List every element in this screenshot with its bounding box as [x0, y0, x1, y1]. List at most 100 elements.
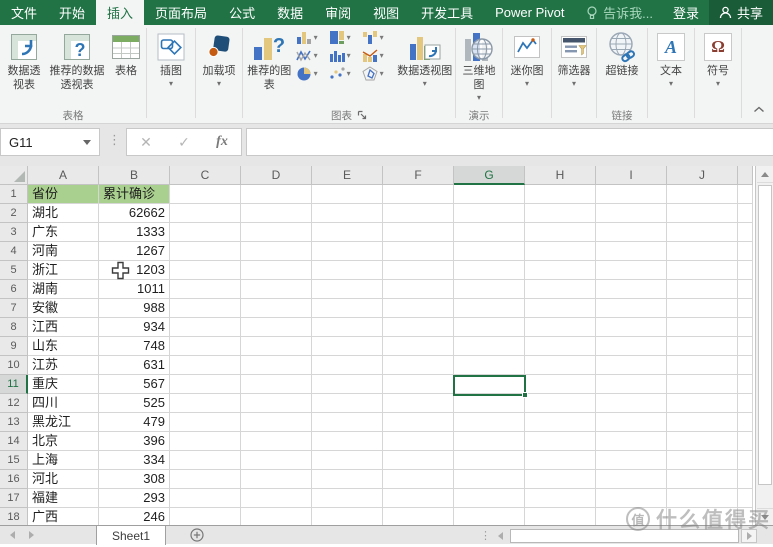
cell-A12[interactable]: 四川: [28, 394, 99, 413]
cell-E4[interactable]: [312, 242, 383, 261]
cell-B16[interactable]: 308: [99, 470, 170, 489]
cell-I18[interactable]: [596, 508, 667, 525]
cell-A13[interactable]: 黑龙江: [28, 413, 99, 432]
cell-J6[interactable]: [667, 280, 738, 299]
cell-J1[interactable]: [667, 185, 738, 204]
row-header-2[interactable]: 2: [0, 204, 28, 223]
cell-B2[interactable]: 62662: [99, 204, 170, 223]
cell-J9[interactable]: [667, 337, 738, 356]
row-header-14[interactable]: 14: [0, 432, 28, 451]
cell-G6[interactable]: [454, 280, 525, 299]
cell-A7[interactable]: 安徽: [28, 299, 99, 318]
cell-A11[interactable]: 重庆: [28, 375, 99, 394]
cell-A9[interactable]: 山东: [28, 337, 99, 356]
cell-partial-10[interactable]: [738, 356, 753, 375]
cell-A14[interactable]: 北京: [28, 432, 99, 451]
cell-E8[interactable]: [312, 318, 383, 337]
vertical-scrollbar[interactable]: [755, 166, 773, 525]
cell-B3[interactable]: 1333: [99, 223, 170, 242]
cell-B18[interactable]: 246: [99, 508, 170, 525]
cell-I1[interactable]: [596, 185, 667, 204]
cell-D5[interactable]: [241, 261, 312, 280]
row-header-3[interactable]: 3: [0, 223, 28, 242]
cell-D14[interactable]: [241, 432, 312, 451]
cell-B4[interactable]: 1267: [99, 242, 170, 261]
cell-J10[interactable]: [667, 356, 738, 375]
filters-button[interactable]: 筛选器 ▾: [556, 27, 593, 88]
cell-E7[interactable]: [312, 299, 383, 318]
cell-D16[interactable]: [241, 470, 312, 489]
insert-radar-chart-button[interactable]: ▾: [362, 66, 395, 81]
cell-A18[interactable]: 广西: [28, 508, 99, 525]
row-header-16[interactable]: 16: [0, 470, 28, 489]
cell-partial-18[interactable]: [738, 508, 753, 525]
cell-G7[interactable]: [454, 299, 525, 318]
row-header-17[interactable]: 17: [0, 489, 28, 508]
tab-视图[interactable]: 视图: [362, 0, 410, 25]
cell-C8[interactable]: [170, 318, 241, 337]
vertical-scroll-thumb[interactable]: [758, 185, 772, 485]
cell-I16[interactable]: [596, 470, 667, 489]
table-button[interactable]: 表格: [107, 27, 145, 79]
cell-C7[interactable]: [170, 299, 241, 318]
cell-F11[interactable]: [383, 375, 454, 394]
cell-J15[interactable]: [667, 451, 738, 470]
cell-F2[interactable]: [383, 204, 454, 223]
text-button[interactable]: A 文本 ▾: [655, 27, 687, 88]
cell-B13[interactable]: 479: [99, 413, 170, 432]
cell-H16[interactable]: [525, 470, 596, 489]
cell-D12[interactable]: [241, 394, 312, 413]
cell-C3[interactable]: [170, 223, 241, 242]
cell-G4[interactable]: [454, 242, 525, 261]
cell-G9[interactable]: [454, 337, 525, 356]
pivot-table-button[interactable]: 数据透视表: [1, 27, 47, 93]
cell-H11[interactable]: [525, 375, 596, 394]
cell-partial-16[interactable]: [738, 470, 753, 489]
tell-me-box[interactable]: 告诉我...: [576, 0, 663, 25]
name-box-dropdown-icon[interactable]: [83, 140, 91, 145]
row-header-7[interactable]: 7: [0, 299, 28, 318]
insert-bar-chart-button[interactable]: ▾: [329, 30, 362, 45]
cell-F16[interactable]: [383, 470, 454, 489]
sparklines-button[interactable]: 迷你图 ▾: [509, 27, 546, 88]
cell-A5[interactable]: 浙江: [28, 261, 99, 280]
previous-sheet-icon[interactable]: [10, 531, 15, 539]
cell-G2[interactable]: [454, 204, 525, 223]
insert-column-chart-button[interactable]: ▾: [296, 30, 329, 45]
dialog-launcher-icon[interactable]: [357, 110, 367, 120]
enter-icon[interactable]: ✓: [178, 134, 190, 151]
cell-F17[interactable]: [383, 489, 454, 508]
cell-J11[interactable]: [667, 375, 738, 394]
cell-F13[interactable]: [383, 413, 454, 432]
hyperlink-button[interactable]: 超链接: [603, 27, 641, 79]
insert-line-chart-button[interactable]: ▾: [296, 48, 329, 63]
cell-G16[interactable]: [454, 470, 525, 489]
cell-C16[interactable]: [170, 470, 241, 489]
cell-J13[interactable]: [667, 413, 738, 432]
row-header-4[interactable]: 4: [0, 242, 28, 261]
tab-审阅[interactable]: 审阅: [314, 0, 362, 25]
insert-function-icon[interactable]: fx: [216, 134, 228, 150]
row-header-9[interactable]: 9: [0, 337, 28, 356]
cell-E14[interactable]: [312, 432, 383, 451]
tab-开始[interactable]: 开始: [48, 0, 96, 25]
cell-F12[interactable]: [383, 394, 454, 413]
cell-I7[interactable]: [596, 299, 667, 318]
cell-D6[interactable]: [241, 280, 312, 299]
cell-A4[interactable]: 河南: [28, 242, 99, 261]
cell-E9[interactable]: [312, 337, 383, 356]
cell-D7[interactable]: [241, 299, 312, 318]
cell-E13[interactable]: [312, 413, 383, 432]
cell-A6[interactable]: 湖南: [28, 280, 99, 299]
row-header-11[interactable]: 11: [0, 375, 28, 394]
cell-J17[interactable]: [667, 489, 738, 508]
cell-H13[interactable]: [525, 413, 596, 432]
cell-I14[interactable]: [596, 432, 667, 451]
cell-I12[interactable]: [596, 394, 667, 413]
cell-A1[interactable]: 省份: [28, 185, 99, 204]
cell-E1[interactable]: [312, 185, 383, 204]
cell-G18[interactable]: [454, 508, 525, 525]
cell-partial-14[interactable]: [738, 432, 753, 451]
cell-I17[interactable]: [596, 489, 667, 508]
cell-J5[interactable]: [667, 261, 738, 280]
